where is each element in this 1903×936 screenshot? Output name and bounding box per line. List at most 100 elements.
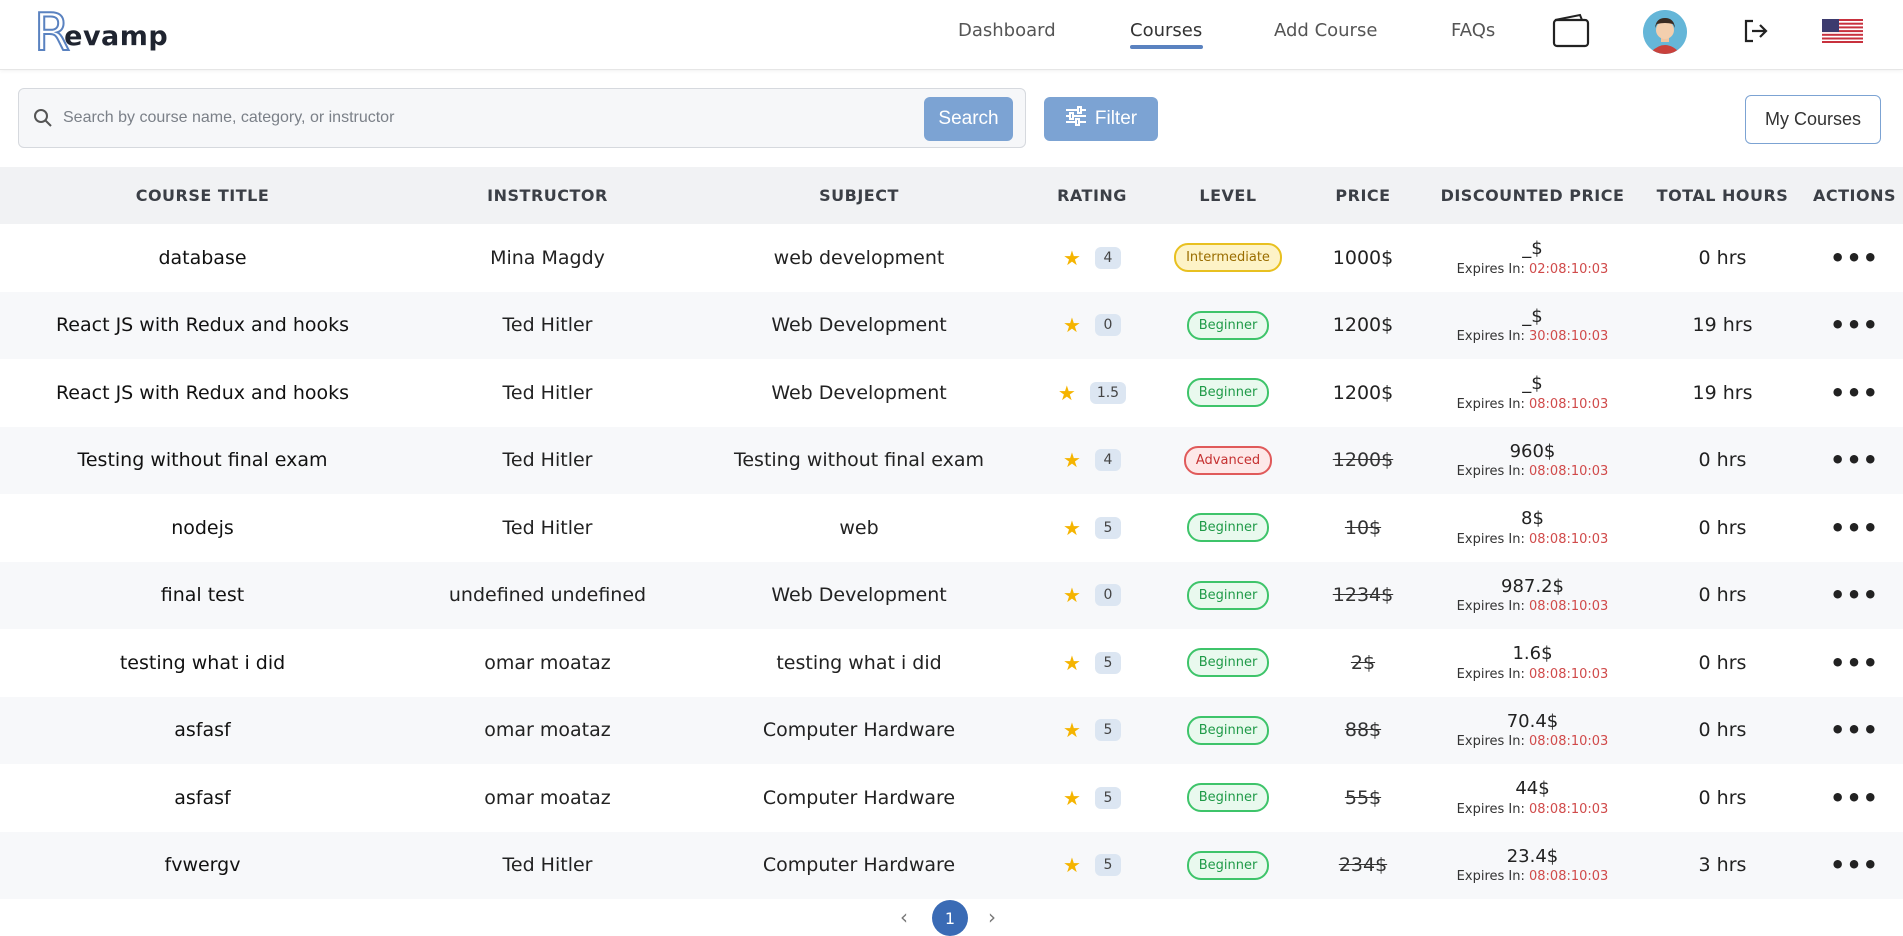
course-level: Beginner: [1156, 648, 1300, 678]
table-row[interactable]: nodejs Ted Hitler web ★ 5 Beginner 10$ 8$ Expire…: [0, 494, 1903, 562]
discounted-value: _$: [1522, 238, 1543, 260]
course-title[interactable]: asfasf: [0, 787, 405, 809]
more-horizontal-icon[interactable]: •••: [1830, 853, 1879, 877]
table-row[interactable]: React JS with Redux and hooks Ted Hitler W…: [0, 359, 1903, 427]
course-discounted-price: 1.6$ Expires In: 08:08:10:03: [1426, 643, 1639, 682]
table-row[interactable]: testing what i did omar moataz testing wha…: [0, 629, 1903, 697]
top-navbar: R evamp Dashboard Courses Add Course FAQ…: [0, 0, 1903, 70]
course-discounted-price: 44$ Expires In: 08:08:10:03: [1426, 778, 1639, 817]
expires-text: Expires In: 30:08:10:03: [1457, 329, 1609, 345]
course-actions: •••: [1806, 246, 1903, 270]
course-discounted-price: 23.4$ Expires In: 08:08:10:03: [1426, 846, 1639, 885]
course-title[interactable]: testing what i did: [0, 652, 405, 674]
level-badge: Intermediate: [1174, 243, 1282, 273]
expires-text: Expires In: 08:08:10:03: [1457, 464, 1609, 480]
more-horizontal-icon[interactable]: •••: [1830, 313, 1879, 337]
course-title[interactable]: fvwergv: [0, 854, 405, 876]
pagination-next[interactable]: ›: [988, 905, 996, 929]
course-level: Intermediate: [1156, 243, 1300, 273]
price-value: 2$: [1350, 651, 1376, 674]
pagination-prev[interactable]: ‹: [900, 905, 908, 929]
course-price: 234$: [1300, 854, 1426, 876]
header-rating[interactable]: RATING: [1028, 186, 1156, 205]
table-row[interactable]: fvwergv Ted Hitler Computer Hardware ★ 5 Begi…: [0, 831, 1903, 899]
course-title[interactable]: database: [0, 247, 405, 269]
header-subject[interactable]: SUBJECT: [690, 186, 1028, 205]
course-total-hours: 0 hrs: [1698, 719, 1747, 742]
course-rating: ★ 5: [1028, 853, 1156, 877]
price-value: 55$: [1344, 786, 1382, 809]
search-input[interactable]: [63, 99, 923, 137]
nav-dashboard[interactable]: Dashboard: [958, 20, 1056, 41]
course-discounted-price: _$ Expires In: 30:08:10:03: [1426, 306, 1639, 345]
expires-text: Expires In: 02:08:10:03: [1457, 262, 1609, 278]
course-price: 2$: [1300, 652, 1426, 674]
table-row[interactable]: React JS with Redux and hooks Ted Hitler W…: [0, 291, 1903, 359]
rating-badge: 5: [1094, 854, 1121, 877]
nav-faqs[interactable]: FAQs: [1451, 20, 1495, 41]
course-title[interactable]: Testing without final exam: [0, 449, 405, 471]
header-level[interactable]: LEVEL: [1156, 186, 1300, 205]
rating-badge: 0: [1094, 314, 1121, 337]
course-title[interactable]: React JS with Redux and hooks: [0, 314, 405, 336]
logout-icon[interactable]: [1742, 18, 1770, 48]
pagination-page-1[interactable]: 1: [932, 900, 968, 936]
rating-badge: 0: [1094, 584, 1121, 607]
expires-label: Expires In:: [1456, 666, 1529, 682]
course-discounted-price: 70.4$ Expires In: 08:08:10:03: [1426, 711, 1639, 750]
table-row[interactable]: asfasf omar moataz Computer Hardware ★ 5 Begi…: [0, 764, 1903, 832]
discounted-value: _$: [1522, 373, 1543, 395]
expires-text: Expires In: 08:08:10:03: [1457, 599, 1609, 615]
avatar[interactable]: [1643, 10, 1687, 54]
header-instructor[interactable]: INSTRUCTOR: [405, 186, 690, 205]
header-discounted-price[interactable]: DISCOUNTED PRICE: [1426, 186, 1639, 205]
expires-text: Expires In: 08:08:10:03: [1457, 734, 1609, 750]
course-total-hours: 0 hrs: [1698, 516, 1747, 539]
course-subject: Computer Hardware: [762, 786, 956, 809]
us-flag-icon[interactable]: [1822, 19, 1863, 47]
star-icon: ★: [1063, 718, 1081, 743]
course-subject: web development: [773, 246, 945, 269]
course-total-hours: 0 hrs: [1698, 246, 1747, 269]
more-horizontal-icon[interactable]: •••: [1830, 786, 1879, 810]
course-price: 1200$: [1300, 382, 1426, 404]
expires-countdown: 08:08:10:03: [1529, 599, 1609, 615]
course-subject: Testing without final exam: [733, 449, 985, 472]
filter-button[interactable]: Filter: [1044, 97, 1158, 141]
filter-label: Filter: [1094, 108, 1138, 129]
more-horizontal-icon[interactable]: •••: [1830, 516, 1879, 540]
more-horizontal-icon[interactable]: •••: [1830, 583, 1879, 607]
level-badge: Beginner: [1186, 648, 1270, 678]
course-instructor: Ted Hitler: [502, 516, 593, 539]
course-title[interactable]: final test: [0, 584, 405, 606]
course-instructor: Mina Magdy: [490, 246, 605, 269]
my-courses-button[interactable]: My Courses: [1745, 95, 1881, 144]
course-total-hours: 0 hrs: [1698, 449, 1747, 472]
more-horizontal-icon[interactable]: •••: [1830, 448, 1879, 472]
table-row[interactable]: asfasf omar moataz Computer Hardware ★ 5 Begi…: [0, 696, 1903, 764]
nav-courses[interactable]: Courses: [1130, 20, 1202, 41]
header-course-title[interactable]: COURSE TITLE: [0, 186, 405, 205]
table-row[interactable]: final test undefined undefined Web Develop…: [0, 561, 1903, 629]
search-button[interactable]: Search: [924, 97, 1013, 141]
more-horizontal-icon[interactable]: •••: [1830, 246, 1879, 270]
course-rating: ★ 1.5: [1028, 381, 1156, 405]
course-title[interactable]: nodejs: [0, 517, 405, 539]
header-price[interactable]: PRICE: [1300, 186, 1426, 205]
course-instructor: Ted Hitler: [502, 854, 593, 877]
table-row[interactable]: database Mina Magdy web development ★ 4 Inter…: [0, 224, 1903, 292]
more-horizontal-icon[interactable]: •••: [1830, 381, 1879, 405]
rating-badge: 5: [1094, 786, 1121, 809]
more-horizontal-icon[interactable]: •••: [1830, 651, 1879, 675]
nav-add-course[interactable]: Add Course: [1274, 20, 1377, 41]
price-value: 10$: [1344, 516, 1382, 539]
expires-countdown: 08:08:10:03: [1529, 666, 1609, 682]
course-instructor: omar moataz: [484, 651, 611, 674]
course-title[interactable]: asfasf: [0, 719, 405, 741]
revamp-logo[interactable]: R evamp: [33, 6, 168, 60]
more-horizontal-icon[interactable]: •••: [1830, 718, 1879, 742]
header-total-hours[interactable]: TOTAL HOURS: [1639, 186, 1806, 205]
wallet-icon[interactable]: [1552, 12, 1590, 52]
table-row[interactable]: Testing without final exam Ted Hitler Test…: [0, 426, 1903, 494]
course-title[interactable]: React JS with Redux and hooks: [0, 382, 405, 404]
